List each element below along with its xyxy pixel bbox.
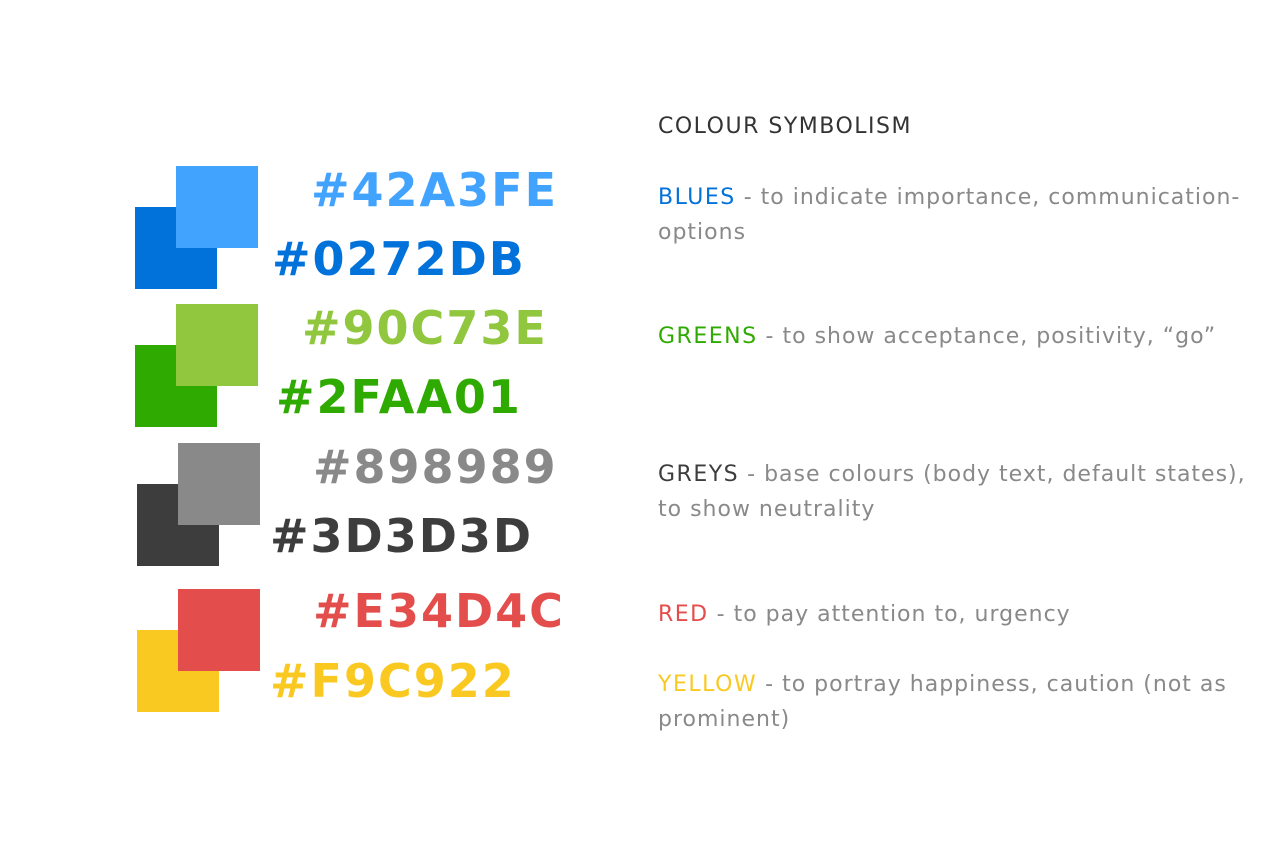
symbolism-greys: GREYS - base colours (body text, default… xyxy=(658,457,1258,527)
symbolism-text: - to pay attention to, urgency xyxy=(708,602,1071,627)
green-dark-hex: #2FAA01 xyxy=(276,370,522,424)
grey-dark-hex: #3D3D3D xyxy=(270,509,534,563)
red-hex: #E34D4C xyxy=(313,584,565,638)
grey-light-hex: #898989 xyxy=(313,440,558,494)
symbolism-keyword: YELLOW xyxy=(658,672,758,697)
green-light-hex: #90C73E xyxy=(302,301,548,355)
blue-light-hex: #42A3FE xyxy=(311,163,559,217)
green-light-swatch xyxy=(176,304,258,386)
blue-light-swatch xyxy=(176,166,258,248)
symbolism-red: RED - to pay attention to, urgency xyxy=(658,597,1258,632)
symbolism-keyword: BLUES xyxy=(658,185,736,210)
grey-light-swatch xyxy=(178,443,260,525)
blue-dark-hex: #0272DB xyxy=(272,232,526,286)
symbolism-text: - to show acceptance, positivity, “go” xyxy=(757,324,1217,349)
symbolism-keyword: RED xyxy=(658,602,709,627)
symbolism-blues: BLUES - to indicate importance, communic… xyxy=(658,180,1258,250)
symbolism-greens: GREENS - to show acceptance, positivity,… xyxy=(658,319,1258,354)
red-swatch xyxy=(178,589,260,671)
yellow-hex: #F9C922 xyxy=(270,654,516,708)
symbolism-text: - to indicate importance, communication-… xyxy=(658,185,1241,245)
symbolism-yellow: YELLOW - to portray happiness, caution (… xyxy=(658,667,1258,737)
symbolism-keyword: GREENS xyxy=(658,324,758,349)
symbolism-text: - base colours (body text, default state… xyxy=(658,462,1246,522)
symbolism-keyword: GREYS xyxy=(658,462,740,487)
page-title: COLOUR SYMBOLISM xyxy=(658,114,912,139)
